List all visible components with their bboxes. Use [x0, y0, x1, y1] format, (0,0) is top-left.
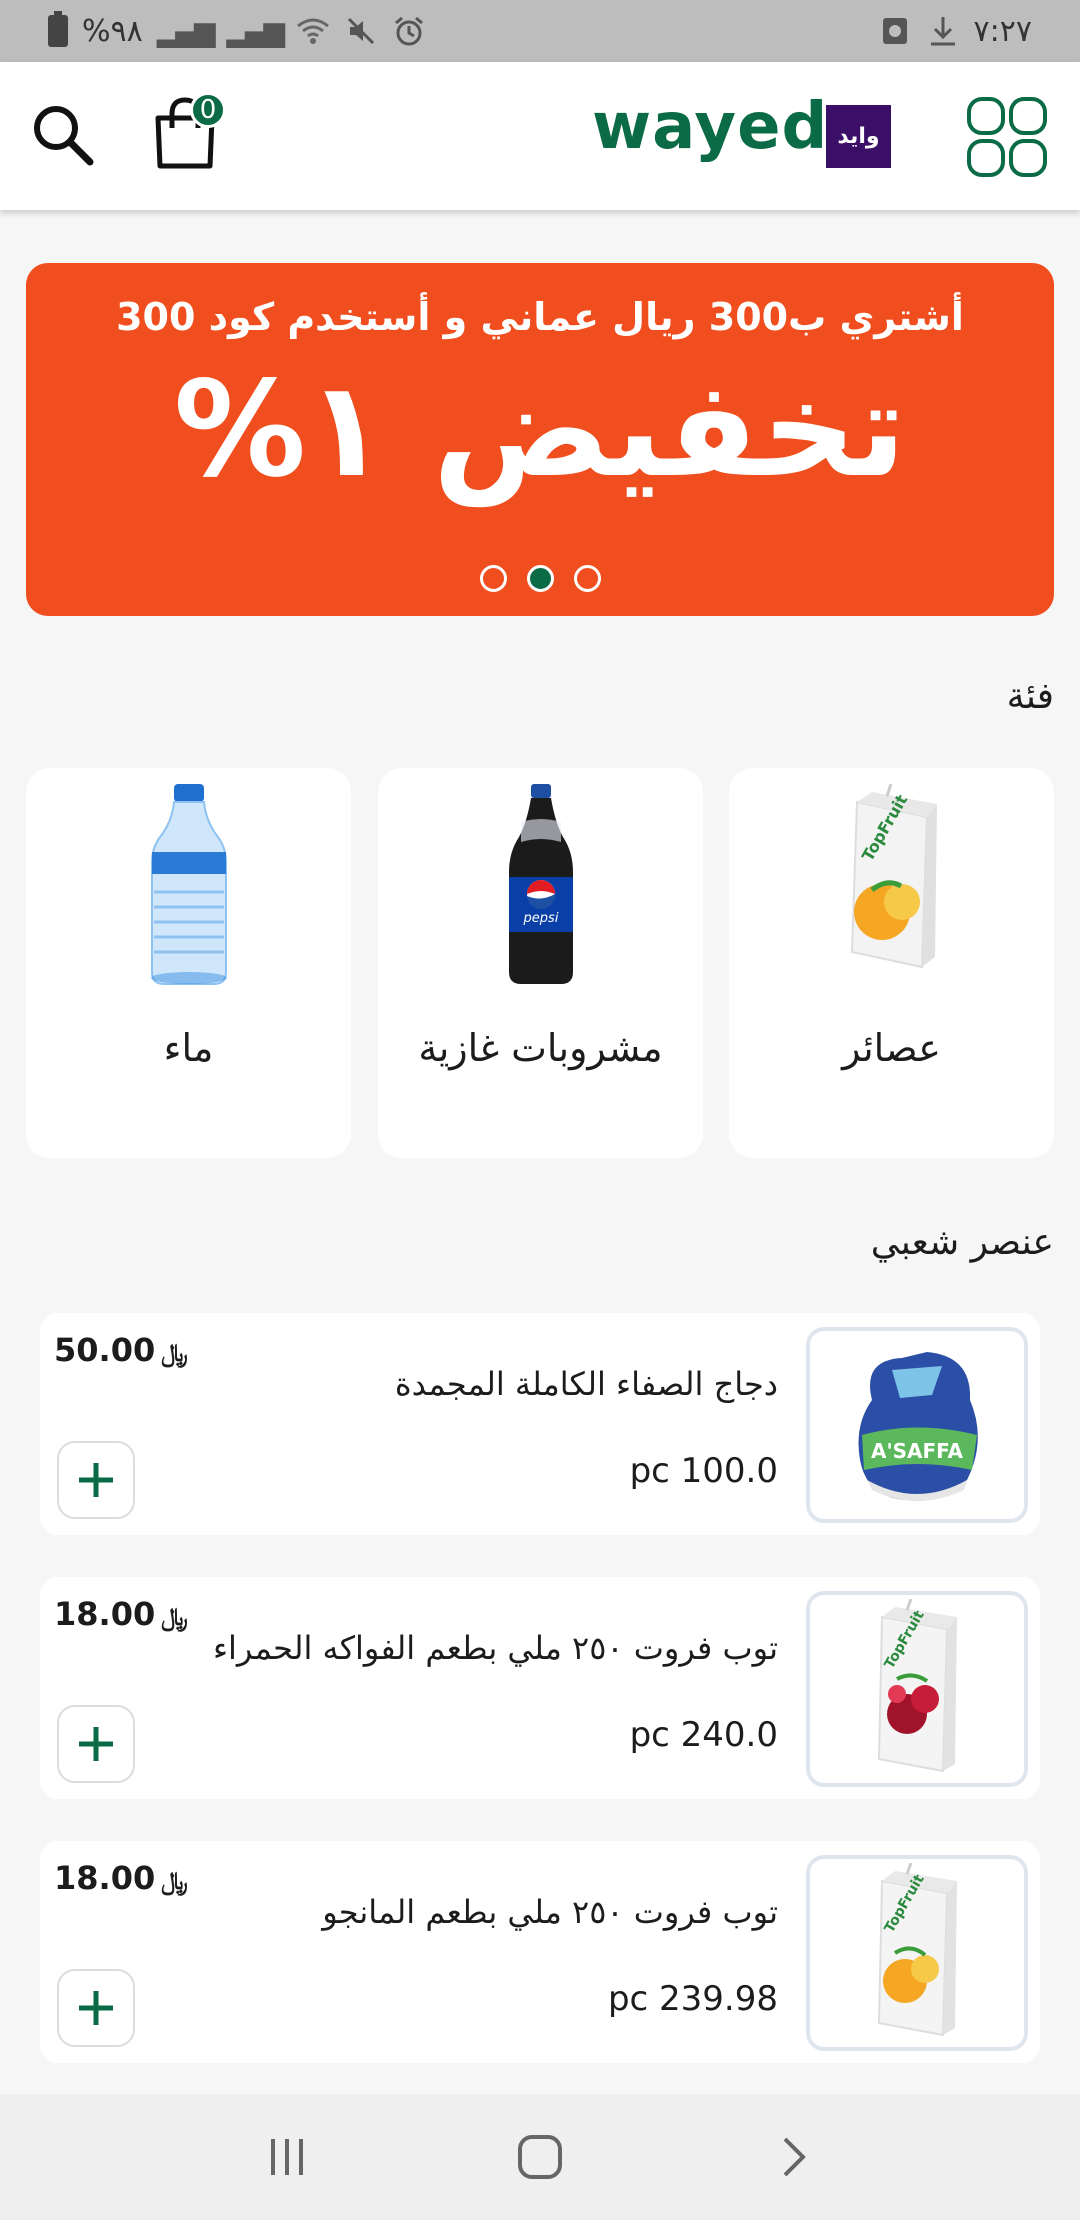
home-button[interactable]: [500, 2117, 580, 2197]
search-button[interactable]: [30, 102, 96, 168]
banner-subtitle: أشتري ب300 ريال عماني و أستخدم كود 300: [116, 295, 964, 339]
category-card-soft-drinks[interactable]: pepsi مشروبات غازية: [378, 768, 703, 1158]
product-card[interactable]: TopFruit توب فروت ٢٥٠ ملي بطعم الفواكه ا…: [40, 1577, 1040, 1799]
plus-icon: [79, 1727, 113, 1761]
price-value: 50.00: [54, 1331, 156, 1369]
product-card[interactable]: A'SAFFA دجاج الصفاء الكاملة المجمدة pc 1…: [40, 1313, 1040, 1535]
category-label: عصائر: [842, 1026, 941, 1070]
currency-symbol: ﷼: [161, 1867, 188, 1895]
banner-title: تخفيض ١%: [173, 353, 907, 507]
category-card-water[interactable]: ماء: [26, 768, 351, 1158]
status-bar: %٩٨ ▂▄▆ ▂▄▆ ٧:٢٧: [0, 0, 1080, 62]
signal-icon: ▂▄▆: [156, 14, 216, 48]
carousel-dot[interactable]: [479, 565, 507, 592]
logo-mark: وايد: [826, 105, 891, 168]
product-quantity: pc 240.0: [629, 1715, 778, 1755]
grid-menu-icon: [967, 97, 1047, 177]
category-label: مشروبات غازية: [418, 1026, 663, 1070]
download-icon: [926, 14, 960, 48]
red-fruit-juice-box-icon: TopFruit: [877, 1599, 957, 1773]
app-header: 0 wayed وايد: [0, 62, 1080, 210]
popular-heading: عنصر شعبي: [870, 1222, 1054, 1263]
status-left: %٩٨ ▂▄▆ ▂▄▆: [48, 11, 426, 49]
svg-text:pepsi: pepsi: [522, 911, 558, 926]
mango-juice-box-icon: TopFruit: [877, 1863, 957, 2037]
search-icon: [34, 106, 94, 166]
chevron-right-icon: [783, 2137, 807, 2177]
carousel-dot-active[interactable]: [526, 565, 554, 592]
price-value: 18.00: [54, 1595, 156, 1633]
recent-apps-icon: [270, 2139, 303, 2175]
water-bottle-icon: [26, 782, 351, 985]
product-quantity: pc 100.0: [629, 1451, 778, 1491]
plus-icon: [79, 1991, 113, 2025]
system-nav-bar: [0, 2094, 1080, 2220]
recent-apps-button[interactable]: [247, 2117, 327, 2197]
battery-text: %٩٨: [82, 13, 143, 49]
plus-icon: [79, 1463, 113, 1497]
battery-icon: [48, 11, 68, 47]
product-image: TopFruit: [806, 1591, 1028, 1787]
product-image: A'SAFFA: [806, 1327, 1028, 1523]
add-to-cart-button[interactable]: [57, 1969, 135, 2047]
alarm-icon: [392, 14, 426, 48]
category-label: ماء: [163, 1026, 214, 1070]
product-card[interactable]: TopFruit توب فروت ٢٥٠ ملي بطعم المانجو p…: [40, 1841, 1040, 2063]
mango-juice-box-icon: TopFruit: [729, 782, 1054, 982]
status-right: ٧:٢٧: [878, 14, 1032, 49]
svg-text:A'SAFFA: A'SAFFA: [871, 1439, 964, 1463]
product-quantity: pc 239.98: [607, 1979, 778, 2019]
product-price: 18.00 ﷼: [54, 1859, 188, 1897]
frozen-chicken-icon: A'SAFFA: [858, 1352, 978, 1501]
product-image: TopFruit: [806, 1855, 1028, 2051]
carousel-dot[interactable]: [573, 565, 601, 592]
product-name: توب فروت ٢٥٠ ملي بطعم الفواكه الحمراء: [212, 1629, 778, 1667]
signal-icon-2: ▂▄▆: [226, 14, 285, 48]
home-icon: [517, 2135, 562, 2179]
categories-menu-button[interactable]: [966, 96, 1048, 178]
product-name: توب فروت ٢٥٠ ملي بطعم المانجو: [322, 1893, 778, 1931]
pepsi-bottle-icon: pepsi: [378, 782, 703, 984]
add-to-cart-button[interactable]: [57, 1705, 135, 1783]
product-name: دجاج الصفاء الكاملة المجمدة: [394, 1365, 778, 1403]
add-to-cart-button[interactable]: [57, 1441, 135, 1519]
cart-count-badge: 0: [190, 92, 226, 128]
mute-icon: [344, 14, 378, 48]
back-button[interactable]: [753, 2117, 833, 2197]
product-price: 18.00 ﷼: [54, 1595, 188, 1633]
promo-banner[interactable]: أشتري ب300 ريال عماني و أستخدم كود 300 ت…: [26, 263, 1054, 616]
currency-symbol: ﷼: [161, 1603, 188, 1631]
screen-record-icon: [878, 14, 912, 48]
price-value: 18.00: [54, 1859, 156, 1897]
currency-symbol: ﷼: [161, 1339, 188, 1367]
wifi-icon: [296, 14, 330, 48]
carousel-indicator: [26, 565, 1054, 592]
clock: ٧:٢٧: [973, 13, 1032, 49]
product-price: 50.00 ﷼: [54, 1331, 188, 1369]
logo-text: wayed: [592, 90, 829, 164]
category-card-juices[interactable]: TopFruit عصائر: [729, 768, 1054, 1158]
categories-heading: فئة: [1006, 676, 1054, 717]
